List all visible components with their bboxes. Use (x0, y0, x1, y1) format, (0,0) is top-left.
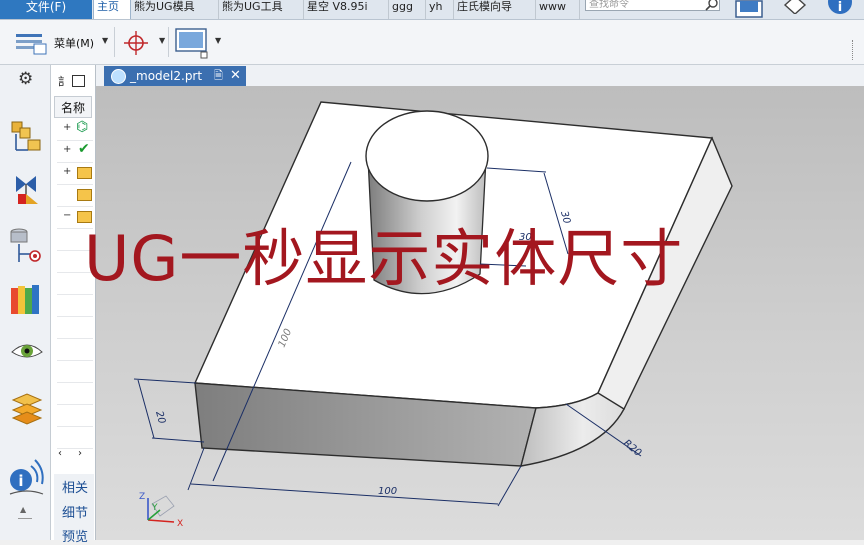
menu-button-label[interactable]: 菜单(M) (54, 35, 94, 51)
toolbar-separator (168, 27, 169, 57)
search-icon[interactable] (700, 0, 722, 12)
visualization-eye-icon[interactable] (10, 340, 44, 362)
tree-row[interactable] (57, 184, 93, 207)
resource-divider (18, 518, 32, 519)
help-icon[interactable]: i (826, 0, 854, 16)
solid-model-scene[interactable]: 20 100 100 30 30 R20 Z Y X (96, 86, 864, 540)
document-tab[interactable]: _model2.prt 🗎 ✕ (104, 66, 246, 86)
checkmark-icon: ✔ (78, 141, 90, 157)
graphics-viewport[interactable]: 20 100 100 30 30 R20 Z Y X (96, 86, 864, 540)
tab-www[interactable]: www (536, 0, 580, 19)
tab-zhuang-mold-wizard[interactable]: 庄氏模向导 (454, 0, 536, 19)
tab-yh[interactable]: yh (426, 0, 454, 19)
tree-row (57, 360, 93, 383)
menu-icon[interactable] (14, 31, 50, 57)
document-tab-label: _model2.prt (130, 69, 203, 83)
snap-dropdown-icon[interactable]: ▼ (159, 36, 165, 45)
window-fit-icon[interactable] (732, 0, 766, 20)
part-file-icon (111, 69, 126, 84)
assembly-navigator-icon[interactable] (10, 120, 44, 156)
collapse-icon[interactable]: − (63, 210, 71, 221)
settings-gear-icon[interactable]: ⚙ (18, 70, 33, 88)
document-modified-icon: 🗎 (214, 69, 223, 82)
scroll-left-icon[interactable]: ‹ (58, 448, 62, 459)
menu-dropdown-icon[interactable]: ▼ (102, 36, 108, 45)
tree-row (57, 294, 93, 317)
navigator-restore-icon[interactable] (72, 75, 85, 87)
view-triad[interactable]: Z Y X (139, 492, 183, 529)
cylinder-top-face[interactable] (365, 110, 489, 202)
expand-icon[interactable]: + (63, 166, 71, 177)
toolbar-gripper[interactable] (852, 40, 859, 60)
tree-row[interactable]: + ⌬ (57, 118, 93, 141)
part-navigator-icon[interactable] (8, 226, 44, 266)
file-menu-button[interactable]: 文件(F) (0, 0, 92, 19)
tab-xiongwei-mold[interactable]: 熊为UG模具 (131, 0, 219, 19)
reuse-library-icon[interactable] (9, 282, 45, 318)
dim-label-width[interactable]: 100 (378, 486, 397, 497)
svg-text:i: i (18, 472, 23, 490)
tree-row (57, 404, 93, 427)
constraint-navigator-icon[interactable] (10, 172, 44, 208)
navigator-title-icon: 訁 (58, 75, 69, 88)
resource-scroll-up-icon[interactable]: ▲ (20, 505, 26, 514)
axis-z-label: Z (139, 492, 145, 502)
tab-ggg[interactable]: ggg (389, 0, 426, 19)
scroll-right-icon[interactable]: › (78, 448, 82, 459)
dim-label-height[interactable]: 20 (153, 410, 167, 425)
axis-x-label: X (177, 519, 183, 529)
favorite-diamond-icon[interactable] (782, 0, 808, 14)
dependencies-panel-label[interactable]: 相关 (62, 477, 88, 496)
roles-icon[interactable] (9, 390, 45, 426)
tree-row (57, 382, 93, 405)
folder-icon (77, 189, 92, 201)
close-tab-icon[interactable]: ✕ (230, 66, 241, 86)
preview-panel-label[interactable]: 预览 (62, 526, 88, 545)
tree-row (57, 426, 93, 449)
tree-row (57, 338, 93, 361)
snap-point-icon[interactable] (124, 31, 150, 55)
toolbar-separator (114, 27, 115, 57)
view-display-icon[interactable] (174, 27, 210, 61)
tab-home[interactable]: 主页 (93, 0, 131, 19)
info-broadcast-icon[interactable]: i (7, 456, 45, 498)
view-dropdown-icon[interactable]: ▼ (215, 36, 221, 45)
details-panel-label[interactable]: 细节 (62, 502, 88, 521)
tab-xingkong[interactable]: 星空 V8.95i (304, 0, 389, 19)
column-header-name[interactable]: 名称 (54, 96, 92, 118)
model-views-icon: ⌬ (76, 119, 89, 135)
expand-icon[interactable]: + (63, 144, 71, 155)
tree-row[interactable]: + ✔ (57, 140, 93, 163)
svg-text:i: i (838, 0, 842, 15)
tab-xiongwei-tools[interactable]: 熊为UG工具 (219, 0, 304, 19)
video-overlay-title: UG一秒显示实体尺寸 (84, 222, 684, 295)
tree-row[interactable]: + (57, 162, 93, 185)
tree-row (57, 316, 93, 339)
axis-y-label: Y (151, 503, 158, 513)
folder-icon (77, 167, 92, 179)
expand-icon[interactable]: + (63, 122, 71, 133)
